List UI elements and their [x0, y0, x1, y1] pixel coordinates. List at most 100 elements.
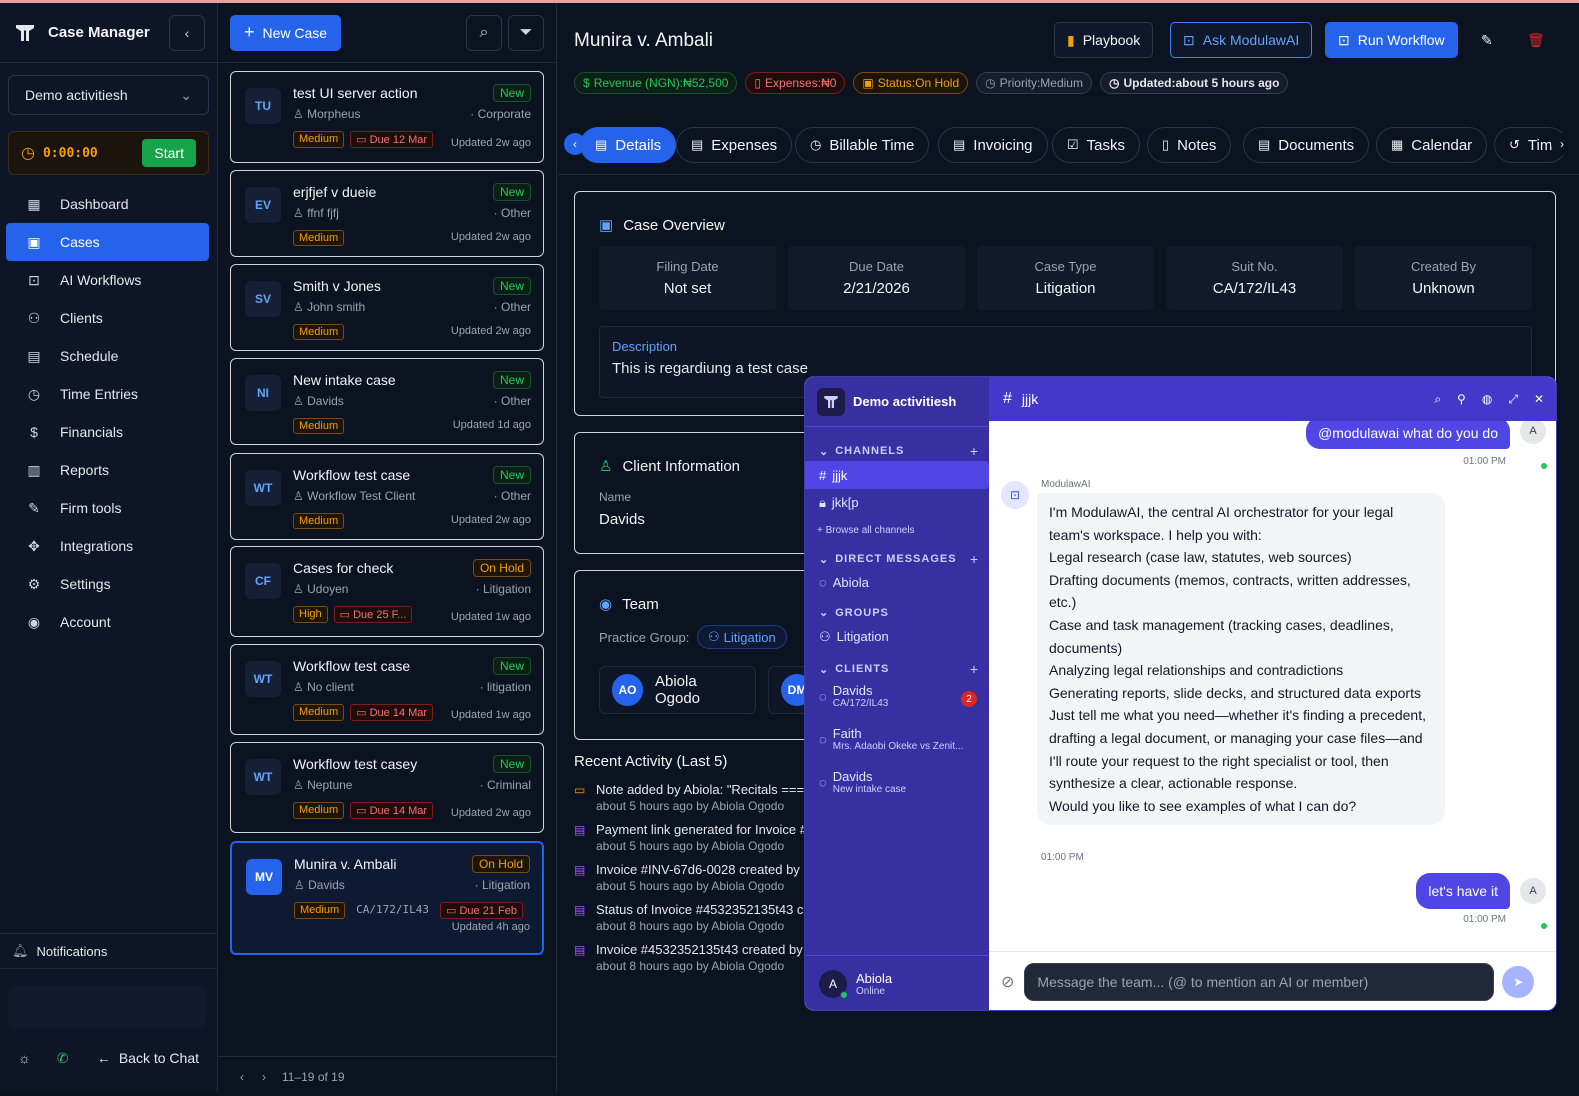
description-label: Description	[612, 339, 678, 354]
pin-icon[interactable]: ⚲	[1457, 392, 1466, 407]
online-dot	[840, 991, 848, 999]
case-card[interactable]: MV Munira v. Ambali ♙ Davids On Hold · Litig…	[230, 841, 544, 955]
case-card[interactable]: WT Workflow test casey ♙ Neptune New · Crimi…	[230, 742, 544, 833]
due-tag: ▭ Due 25 F...	[333, 606, 413, 623]
dollar-icon: $	[30, 424, 38, 440]
back-to-chat-button[interactable]: ← Back to Chat	[97, 1050, 199, 1066]
client-name: Workflow Test Client	[307, 489, 416, 503]
checkbox-icon: ☑	[1067, 137, 1079, 152]
workspace-select[interactable]: Demo activitiesh ⌄	[8, 75, 209, 115]
nav-item-settings[interactable]: ⚙ Settings	[6, 565, 209, 603]
chat-bubble-icon: ◌	[819, 732, 827, 747]
case-avatar: WT	[245, 470, 281, 506]
expand-icon[interactable]: ⤢	[1508, 392, 1518, 407]
tabs-scroll-left-button[interactable]: ‹	[564, 133, 586, 155]
new-case-button[interactable]: + New Case	[230, 14, 342, 51]
tab-details[interactable]: ▤ Details	[580, 127, 677, 163]
whatsapp-icon[interactable]: ✆	[57, 1050, 69, 1067]
send-button[interactable]: ➤	[1502, 966, 1535, 998]
nav-item-reports[interactable]: ▥ Reports	[6, 451, 209, 489]
case-card[interactable]: WT Workflow test case ♙ No client New · liti…	[230, 644, 544, 735]
message-input[interactable]: Message the team... (@ to mention an AI …	[1024, 963, 1495, 1001]
case-card[interactable]: SV Smith v Jones ♙ John smith New · Other Med…	[230, 264, 544, 351]
activity-meta: about 8 hours ago by Abiola Ogodo	[596, 919, 785, 933]
priority-tag: Medium	[293, 802, 345, 819]
nav-item-account[interactable]: ◉ Account	[6, 603, 209, 641]
tabs-scroll-right-button[interactable]: ›	[1551, 133, 1573, 155]
activity-text: Payment link generated for Invoice #I	[596, 822, 811, 837]
practice-group-chip[interactable]: ⚇ Litigation	[697, 625, 787, 649]
nav-item-financials[interactable]: $ Financials	[6, 413, 209, 451]
priority-tag: High	[293, 606, 328, 623]
delete-button[interactable]: 🗑︎	[1519, 22, 1553, 58]
clock-icon: ◷	[810, 137, 822, 152]
nav-item-time-entries[interactable]: ◷ Time Entries	[6, 375, 209, 413]
unread-badge: 2	[961, 691, 977, 707]
nav-item-clients[interactable]: ⚇ Clients	[6, 299, 209, 337]
team-member-card[interactable]: AO Abiola Ogodo	[599, 666, 756, 714]
nav-item-cases[interactable]: ▣ Cases	[6, 223, 209, 261]
client-name: John smith	[307, 300, 366, 314]
timer-start-button[interactable]: Start	[142, 139, 196, 167]
notifications-button[interactable]: 🔔︎ Notifications	[0, 933, 217, 969]
client-chat-davids-intake[interactable]: ◌ Davids New intake case	[805, 769, 989, 795]
tab-invoicing[interactable]: ▤ Invoicing	[938, 127, 1048, 163]
case-avatar: CF	[245, 563, 281, 599]
client-chat-davids[interactable]: ◌ Davids CA/172/IL43 2	[805, 683, 989, 715]
chat-messages: @modulawai what do you do A 01:00 PM ⊡ M…	[989, 421, 1556, 951]
nav-item-ai-workflows[interactable]: ⊡ AI Workflows	[6, 261, 209, 299]
case-client: ♙ Davids	[294, 878, 345, 892]
case-card[interactable]: CF Cases for check ♙ Udoyen On Hold · Litiga…	[230, 546, 544, 637]
filter-button[interactable]: ⏷	[508, 14, 544, 51]
tab-documents[interactable]: ▤ Documents	[1243, 127, 1370, 163]
chat-bubble-icon: ◌	[819, 689, 827, 704]
case-card[interactable]: TU test UI server action ♙ Morpheus New · Co…	[230, 71, 544, 163]
message-time: 01:00 PM	[1041, 852, 1084, 863]
search-icon[interactable]: ⌕	[1434, 392, 1441, 407]
bot-message-line: I'm ModulawAI, the central AI orchestrat…	[1049, 504, 1394, 543]
add-dm-button[interactable]: +	[970, 551, 979, 567]
collapse-sidebar-button[interactable]: ‹	[169, 14, 205, 51]
ask-modulawai-button[interactable]: ⊡ Ask ModulawAI	[1170, 22, 1313, 58]
bot-message-bubble: I'm ModulawAI, the central AI orchestrat…	[1037, 493, 1445, 826]
add-channel-button[interactable]: +	[970, 443, 979, 459]
case-card[interactable]: EV erjfjef v dueie ♙ ffnf fjfj New · Other Me…	[230, 170, 544, 257]
workspace-name: Demo activitiesh	[25, 87, 128, 103]
channel-jjjk[interactable]: # jjjk	[805, 461, 989, 489]
case-card[interactable]: NI New intake case ♙ Davids New · Other Mediu…	[230, 358, 544, 445]
priority-tag: Medium	[293, 418, 345, 434]
updated-time: Updated 2w ago	[450, 231, 531, 243]
case-card[interactable]: WT Workflow test case ♙ Workflow Test Clie…	[230, 453, 544, 540]
calendar-icon: ▭	[356, 805, 367, 817]
nav-item-firm-tools[interactable]: ✎ Firm tools	[6, 489, 209, 527]
run-workflow-button[interactable]: ⊡ Run Workflow	[1325, 22, 1458, 58]
nav-item-dashboard[interactable]: ▦ Dashboard	[6, 185, 209, 223]
edit-button[interactable]: ✎	[1473, 22, 1501, 58]
tab-calendar[interactable]: ▦ Calendar	[1376, 127, 1488, 163]
theme-toggle-icon[interactable]: ☼	[18, 1050, 31, 1066]
group-litigation[interactable]: ⚇ Litigation	[805, 629, 989, 645]
paperclip-icon[interactable]: ⊘	[1001, 972, 1014, 992]
tab-tasks[interactable]: ☑ Tasks	[1052, 127, 1140, 163]
search-button[interactable]: ⌕	[466, 14, 502, 51]
status-text: Status:On Hold	[877, 76, 960, 90]
nav-item-schedule[interactable]: ▤ Schedule	[6, 337, 209, 375]
add-client-button[interactable]: +	[970, 661, 979, 677]
palette-icon[interactable]: ◍	[1482, 392, 1492, 407]
tab-billable-time[interactable]: ◷ Billable Time	[795, 127, 930, 163]
due-tag: ▭ Due 12 Mar	[350, 131, 434, 148]
playbook-button[interactable]: ▮ Playbook	[1054, 22, 1154, 58]
next-page-button[interactable]: ›	[262, 1070, 266, 1084]
client-chat-faith[interactable]: ◌ Faith Mrs. Adaobi Okeke vs Zenit...	[805, 726, 989, 752]
nav-item-integrations[interactable]: ✥ Integrations	[6, 527, 209, 565]
chat-sidebar: Demo activitiesh ⌄ CHANNELS + # jjjk 🔒︎ jkk[…	[805, 377, 989, 1010]
tab-expenses[interactable]: ▤ Expenses	[676, 127, 793, 163]
client-sub: CA/172/IL43	[832, 698, 889, 709]
case-title: New intake case	[293, 372, 396, 388]
browse-channels-link[interactable]: + Browse all channels	[817, 525, 915, 536]
channel-jkkp[interactable]: 🔒︎ jkk[p	[805, 495, 989, 511]
dm-abiola[interactable]: ◌ Abiola	[805, 575, 989, 590]
prev-page-button[interactable]: ‹	[240, 1070, 244, 1084]
close-icon[interactable]: ✕	[1534, 392, 1544, 407]
tab-notes[interactable]: ▯ Notes	[1147, 127, 1232, 163]
